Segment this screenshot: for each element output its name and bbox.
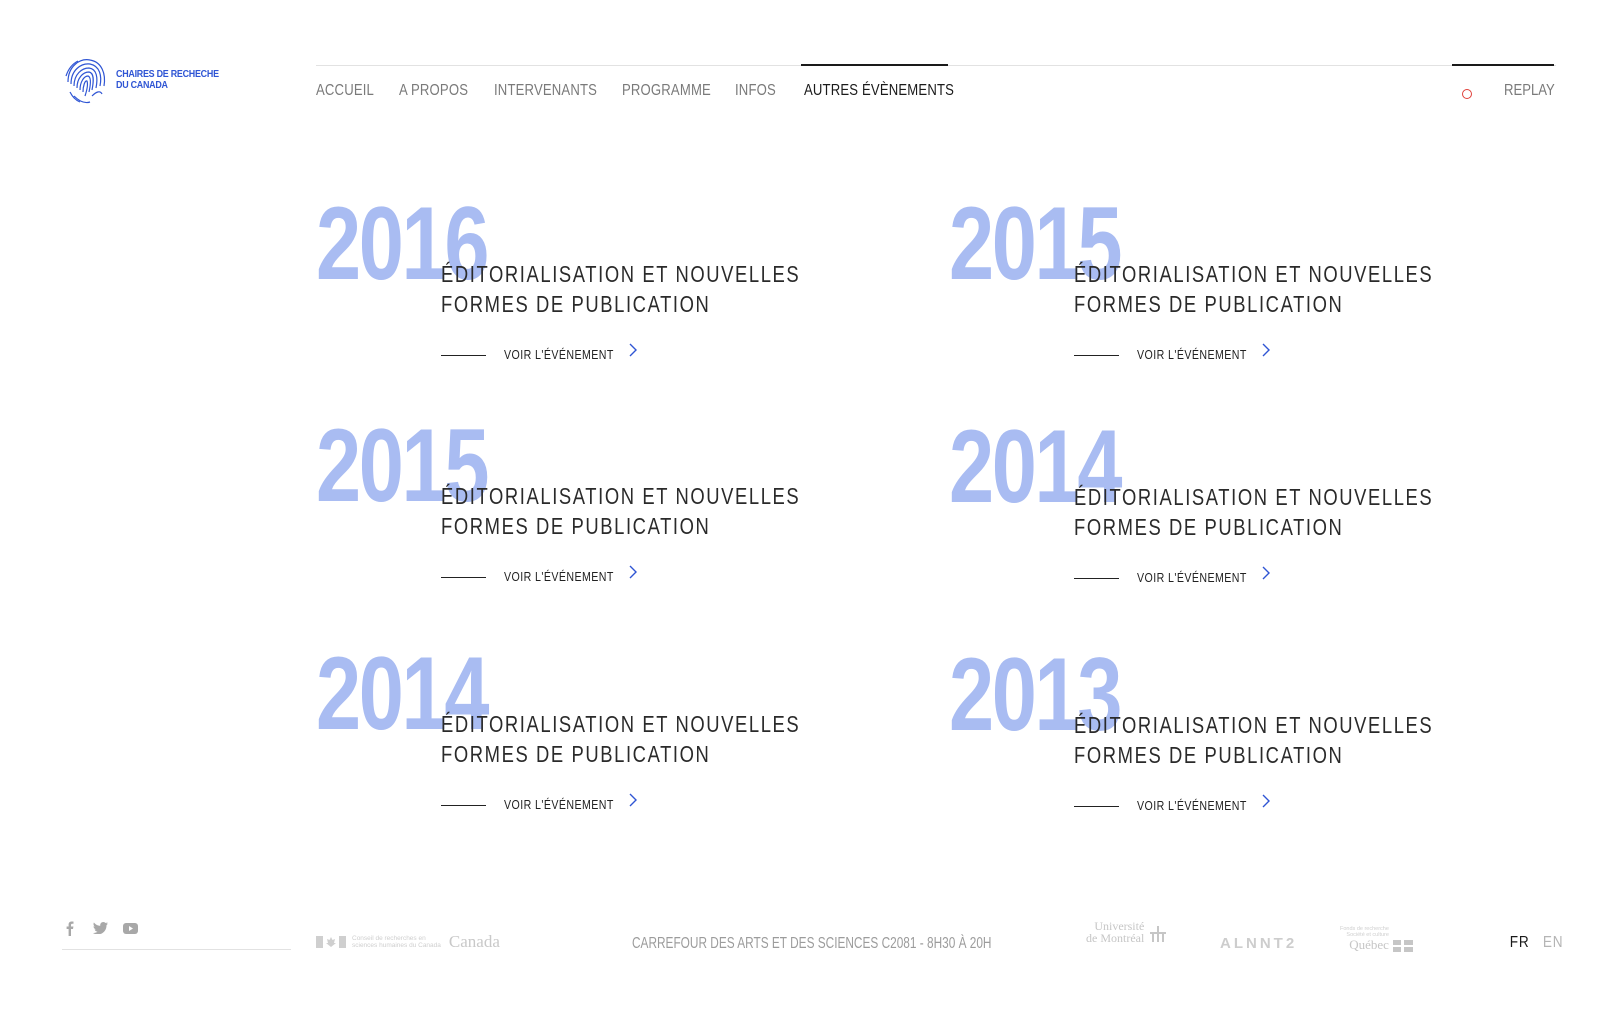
view-event-link[interactable]: VOIR L'ÉVÉNEMENT — [1074, 794, 1270, 813]
language-switcher: FR EN — [1508, 934, 1566, 952]
lang-fr[interactable]: FR — [1510, 934, 1530, 952]
view-event-label: VOIR L'ÉVÉNEMENT — [1137, 571, 1247, 585]
nav-item-programme[interactable]: PROGRAMME — [622, 65, 711, 100]
link-dash — [441, 576, 486, 578]
replay-indicator — [1452, 64, 1554, 66]
social-divider — [62, 949, 291, 950]
event-card: 2014 ÉDITORIALISATION ET NOUVELLES FORME… — [949, 415, 1509, 619]
view-event-link[interactable]: VOIR L'ÉVÉNEMENT — [441, 565, 637, 584]
event-card: 2013 ÉDITORIALISATION ET NOUVELLES FORME… — [949, 643, 1509, 847]
view-event-link[interactable]: VOIR L'ÉVÉNEMENT — [441, 343, 637, 362]
youtube-icon[interactable] — [122, 920, 138, 936]
view-event-label: VOIR L'ÉVÉNEMENT — [1137, 799, 1247, 813]
brand-name-line2: du Canada — [116, 79, 168, 91]
view-event-label: VOIR L'ÉVÉNEMENT — [504, 570, 614, 584]
udem-emblem-icon — [1150, 926, 1167, 942]
view-event-label: VOIR L'ÉVÉNEMENT — [504, 798, 614, 812]
crsh-name-line1: Conseil de recherches en — [352, 935, 426, 942]
quebec-flag-icon — [1392, 940, 1413, 952]
link-dash — [1074, 577, 1119, 579]
udem-name-line2: de Montréal — [1086, 931, 1145, 945]
chevron-right-icon — [1262, 794, 1270, 808]
nav-item-accueil[interactable]: ACCUEIL — [316, 65, 374, 100]
chevron-right-icon — [1262, 343, 1270, 357]
link-dash — [1074, 354, 1119, 356]
udem-logo[interactable]: Université de Montréal — [1086, 920, 1168, 944]
chevron-right-icon — [629, 343, 637, 357]
link-dash — [441, 354, 486, 356]
replay-button[interactable]: REPLAY — [1452, 64, 1556, 105]
nav-item-intervenants[interactable]: INTERVENANTS — [494, 65, 597, 100]
event-card: 2016 ÉDITORIALISATION ET NOUVELLES FORME… — [316, 192, 876, 396]
chevron-right-icon — [629, 793, 637, 807]
view-event-label: VOIR L'ÉVÉNEMENT — [1137, 348, 1247, 362]
social-links — [62, 920, 138, 936]
replay-label: REPLAY — [1504, 82, 1555, 99]
event-card: 2014 ÉDITORIALISATION ET NOUVELLES FORME… — [316, 642, 876, 846]
nav-item-infos[interactable]: INFOS — [735, 65, 776, 100]
chevron-right-icon — [629, 565, 637, 579]
view-event-link[interactable]: VOIR L'ÉVÉNEMENT — [1074, 566, 1270, 585]
nav-item-autres-evenements[interactable]: AUTRES ÉVÈNEMENTS — [804, 65, 954, 100]
view-event-label: VOIR L'ÉVÉNEMENT — [504, 348, 614, 362]
live-dot-icon — [1462, 89, 1472, 99]
event-title: ÉDITORIALISATION ET NOUVELLES FORMES DE … — [1074, 261, 1434, 317]
link-dash — [441, 804, 486, 806]
brand-name: Chaires de recheche du Canada — [116, 69, 219, 91]
event-title: ÉDITORIALISATION ET NOUVELLES FORMES DE … — [1074, 712, 1434, 768]
event-title: ÉDITORIALISATION ET NOUVELLES FORMES DE … — [441, 711, 801, 767]
chevron-right-icon — [1262, 566, 1270, 580]
lang-en[interactable]: EN — [1543, 934, 1564, 952]
canada-wordmark: Canada — [448, 932, 500, 951]
alnt2-logo[interactable]: ALNNT2 — [1220, 935, 1297, 952]
crsh-logo[interactable]: Conseil de recherches en sciences humain… — [316, 932, 500, 952]
event-title: ÉDITORIALISATION ET NOUVELLES FORMES DE … — [441, 483, 801, 539]
event-title: ÉDITORIALISATION ET NOUVELLES FORMES DE … — [441, 261, 801, 317]
event-title: ÉDITORIALISATION ET NOUVELLES FORMES DE … — [1074, 484, 1434, 540]
event-card: 2015 ÉDITORIALISATION ET NOUVELLES FORME… — [316, 414, 876, 618]
nav-item-a-propos[interactable]: A PROPOS — [399, 65, 468, 100]
fingerprint-logo-icon — [65, 59, 106, 104]
facebook-icon[interactable] — [62, 920, 78, 936]
main-nav: ACCUEIL A PROPOS INTERVENANTS PROGRAMME … — [316, 64, 1556, 105]
crsh-name-line2: sciences humaines du Canada — [352, 942, 441, 949]
venue-info: CARREFOUR DES ARTS ET DES SCIENCES C2081… — [632, 935, 992, 952]
link-dash — [1074, 805, 1119, 807]
quebec-wordmark: Québec — [1349, 937, 1389, 952]
event-card: 2015 ÉDITORIALISATION ET NOUVELLES FORME… — [949, 192, 1509, 396]
site-logo[interactable]: Chaires de recheche du Canada — [62, 52, 237, 108]
view-event-link[interactable]: VOIR L'ÉVÉNEMENT — [1074, 343, 1270, 362]
view-event-link[interactable]: VOIR L'ÉVÉNEMENT — [441, 793, 637, 812]
frq-logo[interactable]: Fonds de recherche Société et culture Qu… — [1340, 926, 1413, 952]
twitter-icon[interactable] — [92, 920, 108, 936]
canada-flag-icon — [316, 936, 346, 948]
